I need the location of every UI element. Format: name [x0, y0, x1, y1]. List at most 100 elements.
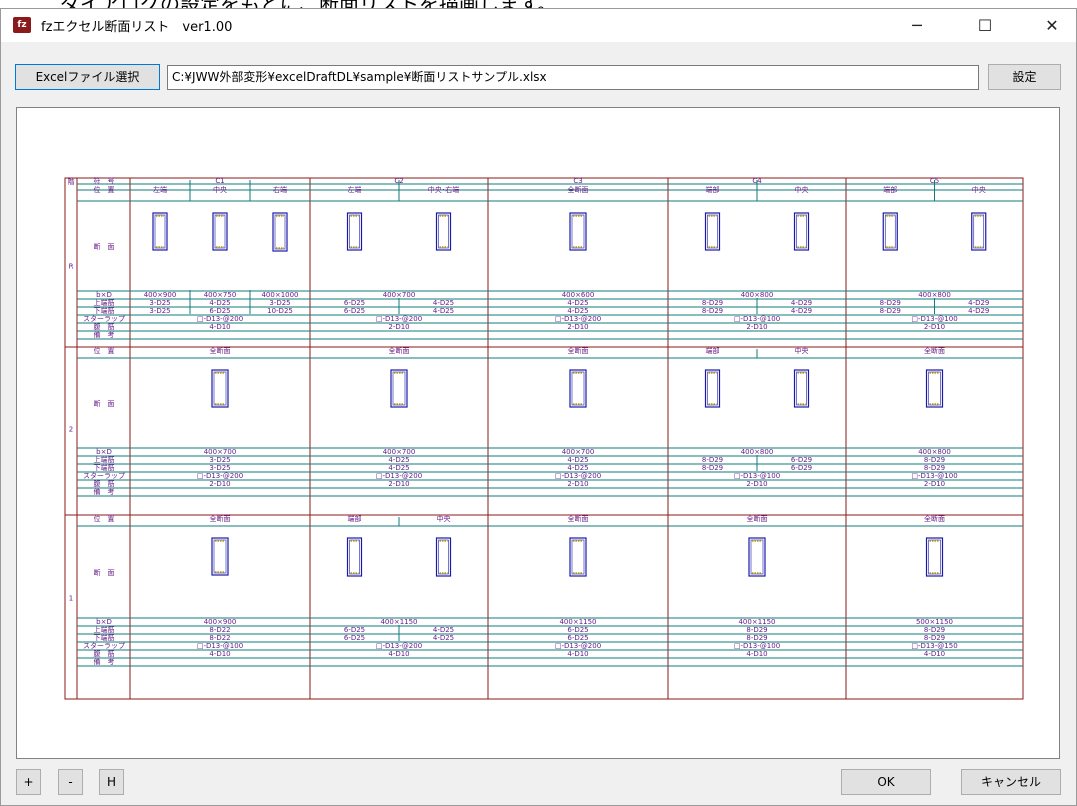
file-path-field[interactable]: C:¥JWW外部変形¥excelDraftDL¥sample¥断面リストサンプル… [167, 65, 979, 90]
column-mark-C3: C3 [573, 177, 582, 185]
stirrup-value: □-D13-@100 [911, 472, 957, 480]
stirrup-outline [571, 371, 585, 406]
position-label: 中央･右端 [428, 185, 460, 194]
bxd-value: 500×1150 [916, 618, 953, 626]
web-bar-value: 2-D10 [567, 480, 588, 488]
close-button[interactable]: ✕ [1029, 9, 1075, 42]
floor-label: 2 [69, 426, 73, 434]
bottom-value: 6-D29 [791, 464, 812, 472]
bxd-value: 400×800 [741, 448, 774, 456]
beam-section [925, 537, 944, 577]
position-row-label: 位 置 [94, 346, 115, 355]
ok-button[interactable]: OK [841, 769, 931, 795]
beam-section [569, 212, 587, 251]
bxd-row-label: b×D [96, 291, 112, 299]
position-label: 全断面 [210, 346, 231, 355]
stirrup-outline [154, 214, 166, 249]
stirrup-value: □-D13-@200 [197, 315, 243, 323]
drawing-canvas[interactable]: 階符 号C1C2C3C4C5R位 置断 面b×D上端筋下端筋スターラップ腹 筋備… [16, 107, 1060, 759]
beam-section [748, 537, 766, 577]
position-row-label: 位 置 [94, 185, 115, 194]
zoom-out-button[interactable]: - [58, 769, 83, 795]
position-label: 中央 [437, 514, 451, 523]
bottom-value: 8-D29 [880, 307, 901, 315]
beam-section [925, 369, 944, 408]
position-label: 端部 [706, 185, 720, 194]
stirrup-outline [392, 371, 406, 406]
web-bar-value: 4-D10 [746, 650, 767, 658]
top-value: 8-D29 [702, 456, 723, 464]
top-value: 3-D25 [149, 299, 170, 307]
stirrup-value: □-D13-@200 [555, 315, 601, 323]
title-bar[interactable]: fz fzエクセル断面リスト ver1.00 ─ ☐ ✕ [1, 9, 1076, 42]
top-value: 3-D25 [269, 299, 290, 307]
home-view-button[interactable]: H [99, 769, 124, 795]
top-value: 8-D22 [209, 626, 230, 634]
stirrup-outline [884, 214, 896, 249]
stirrup-value: □-D13-@100 [197, 642, 243, 650]
web-bar-value: 4-D10 [209, 650, 230, 658]
position-label: 全断面 [568, 346, 589, 355]
stirrup-outline [213, 539, 227, 574]
position-label: 端部 [883, 185, 897, 194]
cancel-button[interactable]: キャンセル [961, 769, 1061, 795]
stirrup-value: □-D13-@200 [197, 472, 243, 480]
web-bar-value: 4-D10 [209, 323, 230, 331]
position-label: 全断面 [924, 346, 945, 355]
bxd-row-label: b×D [96, 618, 112, 626]
top-value: 8-D29 [880, 299, 901, 307]
web-bar-value: 2-D10 [746, 323, 767, 331]
stirrup-outline [707, 371, 718, 406]
position-label: 左端 [348, 185, 362, 194]
beam-section [390, 369, 408, 408]
bottom-value: 8-D29 [702, 307, 723, 315]
stirrup-value: □-D13-@200 [376, 472, 422, 480]
bxd-value: 400×800 [918, 448, 951, 456]
zoom-in-button[interactable]: + [16, 769, 41, 795]
top-value: 4-D29 [791, 299, 812, 307]
web-bar-value: 4-D10 [567, 650, 588, 658]
bottom-value: 4-D25 [567, 307, 588, 315]
maximize-button[interactable]: ☐ [962, 9, 1008, 42]
web-bar-value: 4-D10 [924, 650, 945, 658]
web-bar-value: 2-D10 [388, 323, 409, 331]
web-bar-value: 2-D10 [209, 480, 230, 488]
stirrup-value: □-D13-@100 [734, 472, 780, 480]
top-value: 6-D25 [344, 299, 365, 307]
top-value: 8-D29 [702, 299, 723, 307]
bottom-value: 4-D29 [968, 307, 989, 315]
top-value: 8-D29 [924, 456, 945, 464]
web-bar-value: 2-D10 [924, 323, 945, 331]
bottom-value: 8-D29 [924, 634, 945, 642]
web-bar-value: 2-D10 [567, 323, 588, 331]
stirrup-outline [438, 214, 449, 249]
bottom-value: 8-D29 [702, 464, 723, 472]
web-bar-value: 2-D10 [746, 480, 767, 488]
stirrup-value: □-D13-@200 [376, 642, 422, 650]
section-row-label: 断 面 [94, 242, 115, 251]
position-label: 全断面 [389, 346, 410, 355]
position-label: 全断面 [210, 514, 231, 523]
bottom-value: 6-D25 [344, 634, 365, 642]
settings-button[interactable]: 設定 [988, 64, 1061, 90]
bxd-value: 400×900 [204, 618, 237, 626]
bxd-value: 400×1150 [559, 618, 596, 626]
floor-corner-label: 階 [68, 177, 75, 186]
bxd-value: 400×700 [562, 448, 595, 456]
beam-section [569, 537, 587, 577]
minimize-button[interactable]: ─ [894, 9, 940, 42]
top-value: 4-D25 [567, 299, 588, 307]
position-label: 全断面 [568, 514, 589, 523]
bottom-value: 3-D25 [149, 307, 170, 315]
window-title: fzエクセル断面リスト ver1.00 [41, 20, 233, 35]
bottom-value: 4-D25 [433, 307, 454, 315]
top-value: 8-D29 [924, 626, 945, 634]
select-excel-file-button[interactable]: Excelファイル選択 [15, 64, 160, 90]
stirrup-value: □-D13-@150 [911, 642, 957, 650]
position-label: 全断面 [568, 185, 589, 194]
stirrup-outline [213, 371, 227, 406]
section-row-label: 断 面 [94, 568, 115, 577]
building-app-icon: fz [13, 17, 31, 33]
stirrup-outline [796, 214, 807, 249]
stirrup-outline [349, 214, 360, 249]
